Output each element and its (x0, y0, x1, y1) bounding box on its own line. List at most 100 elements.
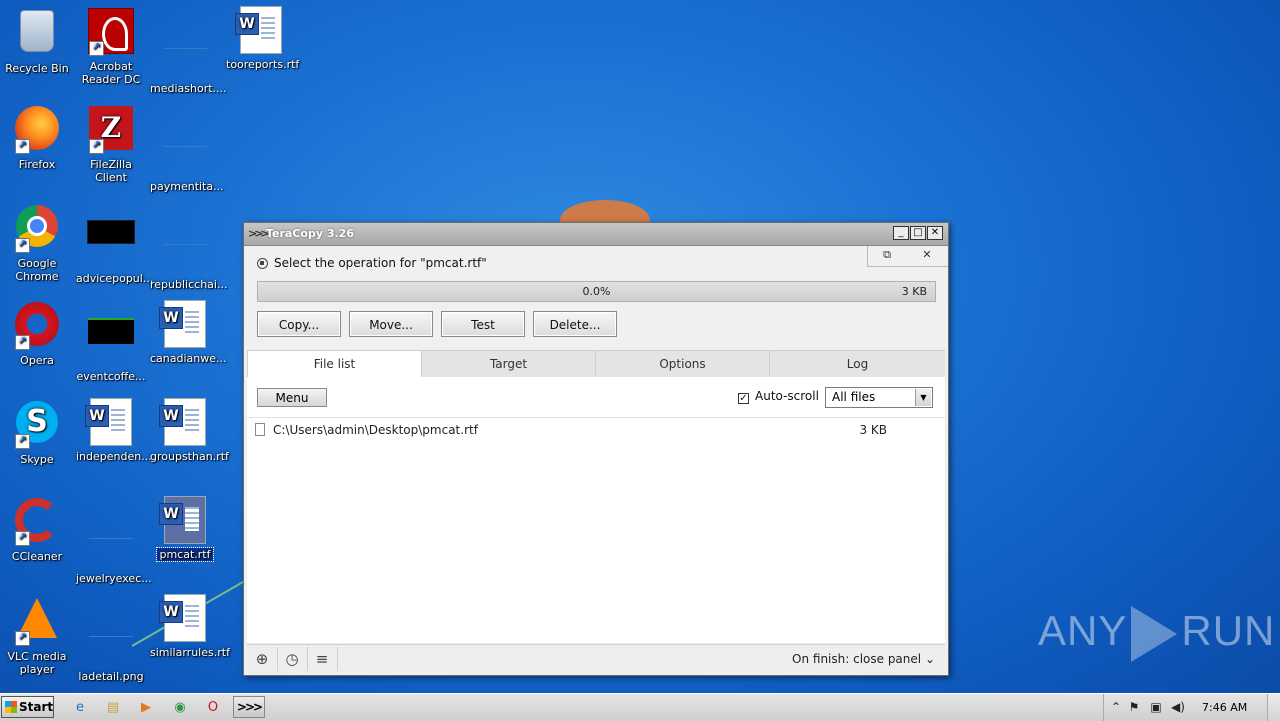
file-icon (163, 226, 207, 245)
word-document-icon (85, 398, 132, 446)
desktop-icon-label: CCleaner (11, 550, 63, 563)
file-icon (89, 520, 133, 539)
desktop-icon-republicchai[interactable]: republicchai... (148, 202, 227, 291)
desktop-icon-ladetail[interactable]: ladetail.png (74, 594, 148, 683)
title-bar[interactable]: >>> TeraCopy 3.26 _ □ ✕ (244, 223, 948, 246)
start-label: Start (19, 700, 54, 714)
file-filter-select[interactable]: All files ▼ (825, 387, 933, 408)
desktop-icon-acrobat[interactable]: ↗ Acrobat Reader DC (74, 6, 148, 86)
word-document-icon (159, 300, 206, 348)
delete-button[interactable]: Delete... (533, 311, 617, 337)
desktop-icon-vlc[interactable]: ↗ VLC media player (0, 594, 74, 676)
word-document-icon (235, 6, 282, 54)
menu-button[interactable]: Menu (257, 388, 327, 407)
move-button[interactable]: Move... (349, 311, 433, 337)
show-desktop-button[interactable] (1267, 694, 1280, 721)
shortcut-arrow-icon: ↗ (15, 531, 30, 546)
autoscroll-checkbox[interactable]: ✓ (738, 393, 749, 404)
progress-bar: 0.0% 3 KB (257, 281, 936, 302)
file-icon (163, 128, 207, 147)
file-path: C:\Users\admin\Desktop\pmcat.rtf (273, 423, 478, 437)
watermark-right: RUN (1181, 607, 1276, 655)
media-player-icon[interactable]: ▶ (136, 698, 156, 718)
minimize-button[interactable]: _ (893, 226, 909, 240)
clock[interactable]: 7:46 AM (1202, 701, 1247, 714)
desktop-icon-opera[interactable]: ↗ Opera (0, 300, 74, 367)
close-button[interactable]: ✕ (927, 226, 943, 240)
desktop-icon-filezilla[interactable]: Z ↗ FileZilla Client (74, 104, 148, 184)
desktop-icon-paymentita[interactable]: paymentita... (148, 104, 224, 193)
progress-size: 3 KB (901, 285, 927, 298)
close-panel-icon[interactable]: ✕ (908, 248, 946, 261)
desktop-icon-firefox[interactable]: ↗ Firefox (0, 104, 74, 171)
file-filter-value: All files (832, 390, 876, 404)
stop-icon[interactable] (257, 258, 268, 269)
shortcut-arrow-icon: ↗ (15, 238, 30, 253)
copy-button[interactable]: Copy... (257, 311, 341, 337)
teracopy-taskbar-button[interactable]: >>> (233, 696, 265, 718)
tab-target[interactable]: Target (421, 351, 595, 378)
chevron-down-icon[interactable]: ▼ (915, 389, 931, 406)
network-icon[interactable]: ▣ (1148, 698, 1164, 716)
desktop-icon-label: Acrobat Reader DC (81, 60, 141, 86)
tab-options[interactable]: Options (595, 351, 769, 378)
desktop-icon-recycle-bin[interactable]: Recycle Bin (0, 6, 74, 75)
autoscroll-label: Auto-scroll (755, 389, 819, 403)
desktop-icon-tooreports[interactable]: tooreports.rtf (224, 6, 300, 71)
shortcut-arrow-icon: ↗ (15, 139, 30, 154)
tab-log[interactable]: Log (769, 351, 945, 378)
teracopy-logo-icon: >>> (248, 227, 270, 240)
opera-taskbar-icon[interactable]: O (203, 698, 223, 718)
divider (337, 647, 338, 671)
desktop-icon-mediashort[interactable]: mediashort.... (148, 6, 227, 95)
autoscroll-option[interactable]: ✓ Auto-scroll (738, 389, 819, 404)
desktop-icon-label: pmcat.rtf (156, 547, 214, 562)
list-item[interactable]: C:\Users\admin\Desktop\pmcat.rtf 3 KB (255, 423, 935, 441)
desktop-icon-label: FileZilla Client (90, 158, 132, 184)
tab-strip: File list Target Options Log (247, 350, 945, 378)
operation-text: Select the operation for "pmcat.rtf" (274, 256, 487, 270)
desktop-icon-label: tooreports.rtf (226, 58, 300, 71)
show-hidden-icons-icon[interactable]: ⌃ (1108, 698, 1124, 716)
desktop-icon-advicepopul[interactable]: advicepopul... (74, 202, 153, 285)
tab-file-list[interactable]: File list (247, 351, 421, 378)
operation-status: Select the operation for "pmcat.rtf" (257, 256, 487, 270)
desktop-icon-label: advicepopul... (76, 272, 154, 285)
desktop-icon-jewelryexec[interactable]: jewelryexec... (74, 496, 152, 585)
restore-panel-icon[interactable]: ⧉ (868, 248, 906, 262)
desktop-icon-similarrules[interactable]: similarrules.rtf (148, 594, 230, 659)
add-files-icon[interactable]: ⊕ (251, 650, 273, 668)
desktop-icon-label: similarrules.rtf (150, 646, 230, 659)
desktop-icon-label: paymentita... (150, 180, 224, 193)
desktop-icon-groupsthan[interactable]: groupsthan.rtf (148, 398, 229, 463)
desktop-icon-label: VLC media player (7, 650, 67, 676)
file-explorer-icon[interactable]: ▤ (103, 698, 123, 718)
desktop-icon-canadianwe[interactable]: canadianwe... (148, 300, 227, 365)
maximize-button[interactable]: □ (910, 226, 926, 240)
volume-icon[interactable]: ◀) (1170, 698, 1186, 716)
test-button[interactable]: Test (441, 311, 525, 337)
desktop-icon-skype[interactable]: S ↗ Skype (0, 398, 74, 466)
desktop-icon-label: independen... (76, 450, 152, 463)
desktop-icon-label: Firefox (18, 158, 56, 171)
desktop-icon-ccleaner[interactable]: ↗ CCleaner (0, 496, 74, 563)
desktop-icon-pmcat[interactable]: pmcat.rtf (148, 496, 222, 562)
file-size: 3 KB (859, 423, 887, 437)
desktop-icon-label: groupsthan.rtf (150, 450, 229, 463)
chrome-taskbar-icon[interactable]: ◉ (170, 698, 190, 718)
file-icon (255, 423, 265, 436)
on-finish-dropdown[interactable]: On finish: close panel ⌄ (792, 652, 935, 666)
taskbar: Start e ▤ ▶ ◉ O >>> ⌃ ⚑ ▣ ◀) 7:46 AM (0, 693, 1280, 721)
desktop-icon-independen[interactable]: independen... (74, 398, 152, 463)
start-button[interactable]: Start (1, 696, 54, 718)
divider (307, 647, 308, 671)
list-menu-icon[interactable]: ≡ (311, 650, 333, 668)
history-icon[interactable]: ◷ (281, 650, 303, 668)
desktop-icon-eventcoffe[interactable]: eventcoffe... (74, 300, 148, 383)
play-logo-icon (1131, 606, 1178, 662)
divider (247, 417, 945, 418)
action-center-flag-icon[interactable]: ⚑ (1126, 698, 1142, 716)
file-thumbnail-icon (88, 318, 134, 344)
desktop-icon-chrome[interactable]: ↗ Google Chrome (0, 202, 74, 283)
internet-explorer-icon[interactable]: e (70, 698, 90, 718)
